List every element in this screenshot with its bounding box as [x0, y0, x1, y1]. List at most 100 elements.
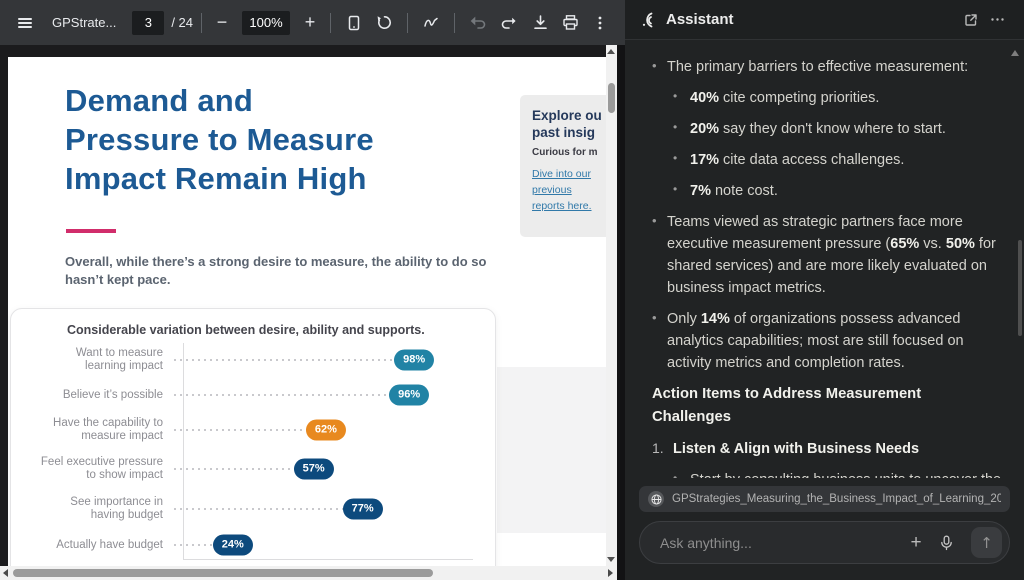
chart-leader-line	[174, 429, 326, 431]
chart-row: Have the capability to measure impact 62%	[11, 411, 495, 449]
assistant-header: Assistant	[625, 0, 1024, 40]
callout-subtext: Curious for m	[532, 147, 598, 158]
pdf-toolbar: GPStrate... / 24 − +	[0, 0, 625, 45]
scroll-down-icon[interactable]	[607, 557, 615, 562]
horizontal-scrollbar-thumb[interactable]	[13, 569, 433, 577]
chart-category-label: Want to measure learning impact	[75, 347, 163, 372]
previous-reports-link[interactable]: Dive into our previous reports here.	[532, 166, 608, 214]
send-button[interactable]: ↑	[971, 527, 1002, 558]
toolbar-divider	[201, 12, 202, 33]
page-number-input[interactable]	[132, 10, 165, 35]
callout-heading: Explore ou past insig	[532, 108, 602, 140]
horizontal-scrollbar[interactable]	[0, 566, 617, 580]
assistant-logo-icon	[639, 11, 657, 29]
more-options-icon[interactable]	[585, 8, 615, 38]
assistant-scrollbar-thumb[interactable]	[1018, 240, 1022, 336]
globe-icon	[648, 491, 664, 507]
document-title: GPStrate...	[52, 15, 117, 30]
explore-insights-callout: Explore ou past insig Curious for m Dive…	[520, 95, 608, 237]
page-background-block	[497, 367, 608, 533]
zoom-in-button[interactable]: +	[298, 12, 322, 33]
chart-category-label: Believe it’s possible	[62, 388, 163, 401]
chart-card: Considerable variation between desire, a…	[10, 308, 496, 580]
send-arrow-icon: ↑	[980, 533, 993, 552]
attach-plus-icon[interactable]: +	[901, 528, 931, 558]
chart-value-pill: 98%	[394, 349, 435, 371]
assistant-block: 1. Listen & Align with Business Needs	[652, 440, 920, 458]
chart-leader-line	[174, 508, 363, 510]
scroll-up-icon[interactable]	[607, 49, 615, 54]
assistant-block: • 7% note cost.	[673, 182, 778, 200]
chart-category-label: Feel executive pressure to show impact	[40, 456, 163, 481]
chart-track: 77%	[174, 489, 419, 529]
assistant-block: • Teams viewed as strategic partners face…	[652, 213, 996, 297]
pdf-page: Demand and Pressure to Measure Impact Re…	[8, 57, 608, 580]
assistant-messages: • The primary barriers to effective measu…	[625, 40, 1024, 478]
assistant-block: • Only 14% of organizations possess advan…	[652, 310, 964, 372]
chart-track: 62%	[174, 411, 419, 449]
annotate-pen-icon[interactable]	[416, 8, 446, 38]
chart-value-pill: 24%	[212, 534, 253, 556]
ask-input[interactable]	[660, 534, 901, 551]
assistant-block: • 17% cite data access challenges.	[673, 151, 905, 169]
chart-track: 24%	[174, 529, 419, 561]
page-total-label: / 24	[171, 15, 193, 30]
assistant-panel: Assistant • The primary barriers to effec…	[625, 0, 1024, 580]
assistant-scroll-up-icon[interactable]	[1011, 50, 1019, 56]
toolbar-divider	[407, 12, 408, 33]
assistant-block: • The primary barriers to effective measu…	[652, 58, 969, 75]
vertical-scrollbar-thumb[interactable]	[608, 83, 615, 113]
chart-row: Actually have budget 24%	[11, 529, 495, 561]
chart-row: Feel executive pressure to show impact 57%	[11, 449, 495, 489]
title-accent-rule	[66, 229, 116, 233]
chart-track: 57%	[174, 449, 419, 489]
chart-track: 98%	[174, 341, 435, 379]
toolbar-divider	[454, 12, 455, 33]
scroll-right-icon[interactable]	[608, 569, 613, 577]
fit-page-icon[interactable]	[339, 8, 369, 38]
chart-leader-line	[174, 394, 410, 396]
print-icon[interactable]	[555, 8, 585, 38]
assistant-title: Assistant	[666, 11, 734, 28]
chart-title: Considerable variation between desire, a…	[67, 323, 425, 337]
assistant-block: Action Items to Address Measurement Chal…	[652, 386, 922, 425]
download-icon[interactable]	[525, 8, 555, 38]
ask-input-bar: + ↑	[639, 521, 1010, 564]
undo-icon[interactable]	[463, 8, 493, 38]
app-window: GPStrate... / 24 − +	[0, 0, 1024, 580]
vertical-scrollbar[interactable]	[606, 45, 617, 566]
zoom-level-input[interactable]	[242, 10, 290, 35]
page-title: Demand and Pressure to Measure Impact Re…	[65, 83, 374, 196]
chart-track: 96%	[174, 379, 430, 411]
toolbar-divider	[330, 12, 331, 33]
chart-row: See importance in having budget 77%	[11, 489, 495, 529]
attached-file-chip[interactable]: GPStrategies_Measuring_the_Business_Impa…	[639, 486, 1010, 512]
assistant-block: • 20% say they don't know where to start.	[673, 120, 946, 138]
assistant-block: • 40% cite competing priorities.	[673, 89, 880, 107]
microphone-icon[interactable]	[931, 528, 961, 558]
zoom-out-button[interactable]: −	[210, 12, 234, 33]
scroll-left-icon[interactable]	[3, 569, 8, 577]
redo-icon[interactable]	[493, 8, 523, 38]
chart-category-label: Actually have budget	[56, 538, 163, 551]
chart-category-label: See importance in having budget	[70, 496, 163, 521]
rotate-icon[interactable]	[369, 8, 399, 38]
chart-value-pill: 62%	[305, 419, 346, 441]
pdf-viewer-pane: GPStrate... / 24 − +	[0, 0, 625, 580]
chart-row: Believe it’s possible 96%	[11, 379, 495, 411]
chart-value-pill: 57%	[293, 458, 334, 480]
chart-value-pill: 96%	[389, 384, 430, 406]
chart-category-label: Have the capability to measure impact	[53, 417, 163, 442]
chart-rows: Want to measure learning impact 98% Believe…	[11, 341, 495, 561]
open-in-new-icon[interactable]	[958, 7, 984, 33]
chart-row: Want to measure learning impact 98%	[11, 341, 495, 379]
assistant-block: •Start by consulting business units to u…	[673, 469, 1004, 478]
chart-leader-line	[174, 359, 415, 361]
assistant-more-icon[interactable]	[984, 7, 1010, 33]
menu-icon[interactable]	[10, 8, 40, 38]
chart-value-pill: 77%	[342, 498, 383, 520]
attached-file-name: GPStrategies_Measuring_the_Business_Impa…	[672, 493, 1001, 505]
page-subtitle: Overall, while there’s a strong desire t…	[65, 254, 487, 287]
pdf-viewport: Demand and Pressure to Measure Impact Re…	[0, 45, 625, 580]
assistant-footer: GPStrategies_Measuring_the_Business_Impa…	[625, 478, 1024, 580]
